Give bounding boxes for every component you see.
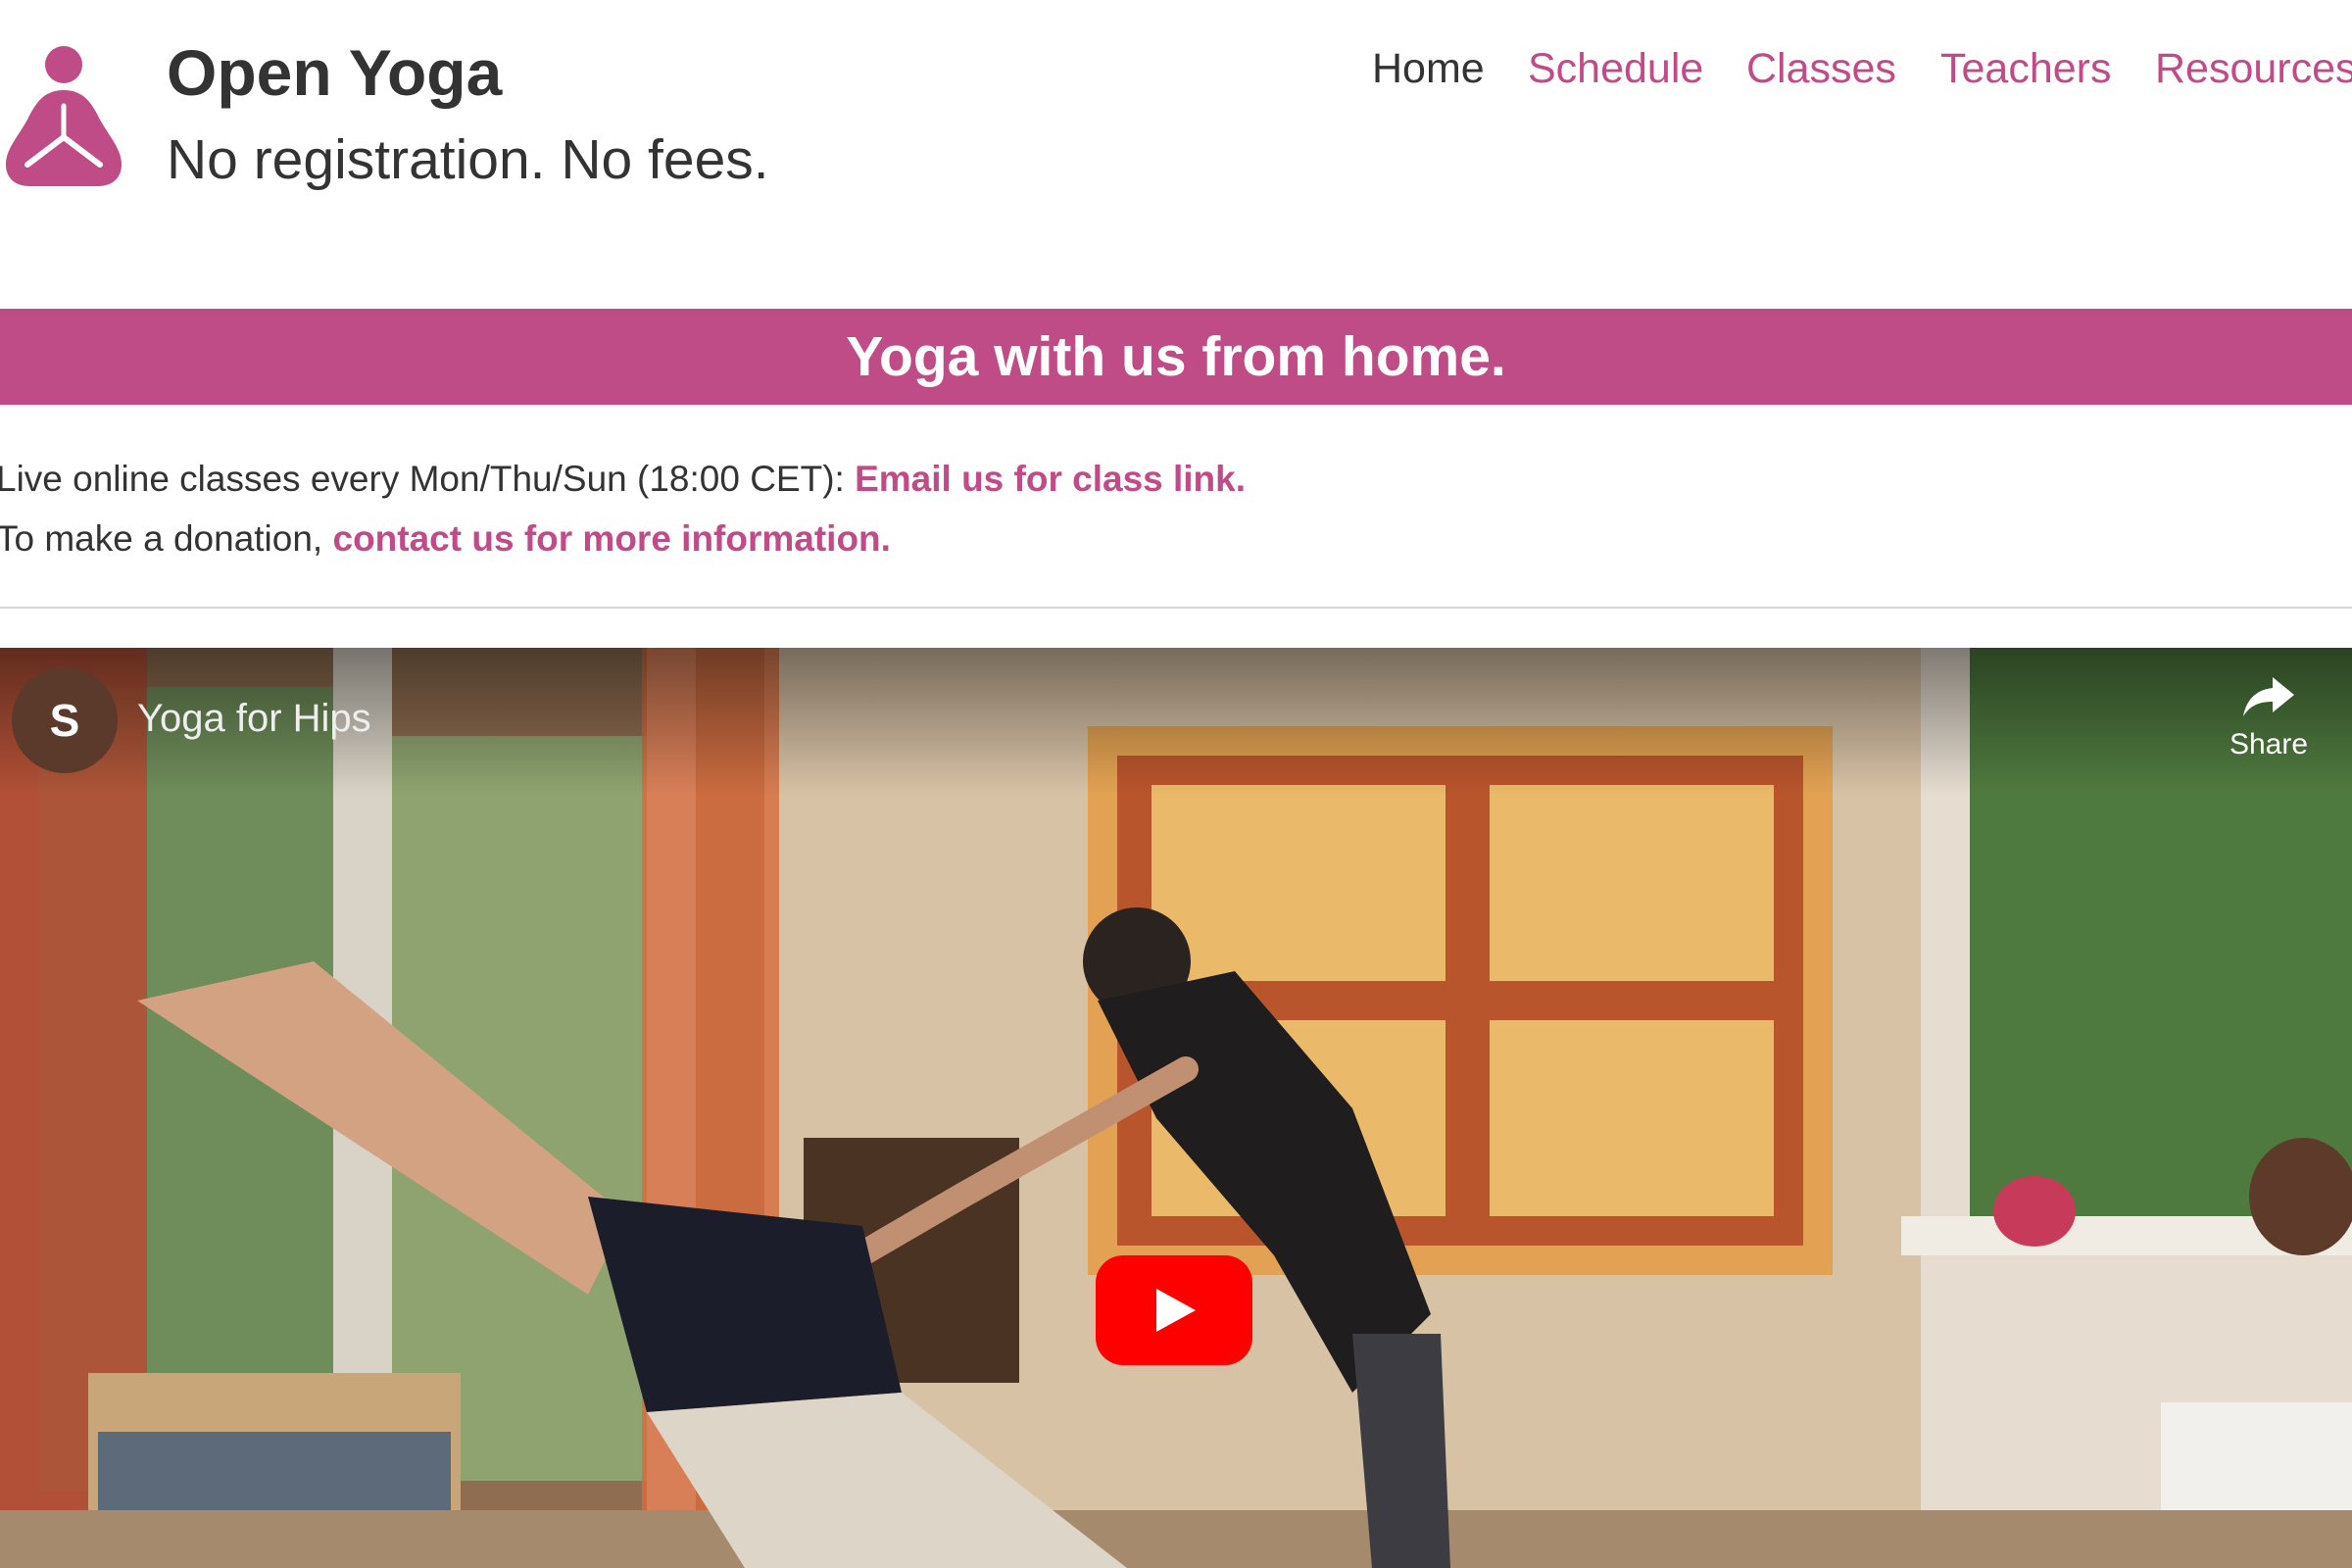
channel-avatar[interactable]: S bbox=[12, 667, 118, 773]
email-class-link[interactable]: Email us for class link. bbox=[855, 459, 1246, 499]
section-divider bbox=[0, 607, 2352, 609]
site-tagline: No registration. No fees. bbox=[167, 128, 769, 191]
youtube-play-icon[interactable] bbox=[1096, 1255, 1252, 1365]
nav-teachers[interactable]: Teachers bbox=[1940, 45, 2111, 93]
share-label: Share bbox=[2229, 728, 2309, 760]
announcement-banner: Yoga with us from home. bbox=[0, 309, 2352, 405]
video-embed[interactable]: S Yoga for Hips Share bbox=[0, 648, 2352, 1568]
share-button[interactable]: Share bbox=[2215, 675, 2323, 773]
video-title[interactable]: Yoga for Hips bbox=[137, 697, 371, 741]
nav-resources[interactable]: Resources bbox=[2155, 45, 2352, 93]
share-arrow-icon bbox=[2243, 677, 2294, 716]
nav-schedule[interactable]: Schedule bbox=[1528, 45, 1703, 93]
nav-home[interactable]: Home bbox=[1372, 45, 1485, 93]
donation-line: To make a donation, contact us for more … bbox=[0, 518, 891, 560]
nav-classes[interactable]: Classes bbox=[1746, 45, 1896, 93]
donation-text: To make a donation, bbox=[0, 518, 333, 559]
online-classes-text: Live online classes every Mon/Thu/Sun (1… bbox=[0, 459, 856, 499]
contact-info-link[interactable]: contact us for more information. bbox=[333, 518, 891, 559]
main-nav: Home Schedule Classes Teachers Resources bbox=[0, 45, 2352, 104]
banner-text: Yoga with us from home. bbox=[846, 325, 1506, 388]
online-classes-line: Live online classes every Mon/Thu/Sun (1… bbox=[0, 459, 1246, 500]
